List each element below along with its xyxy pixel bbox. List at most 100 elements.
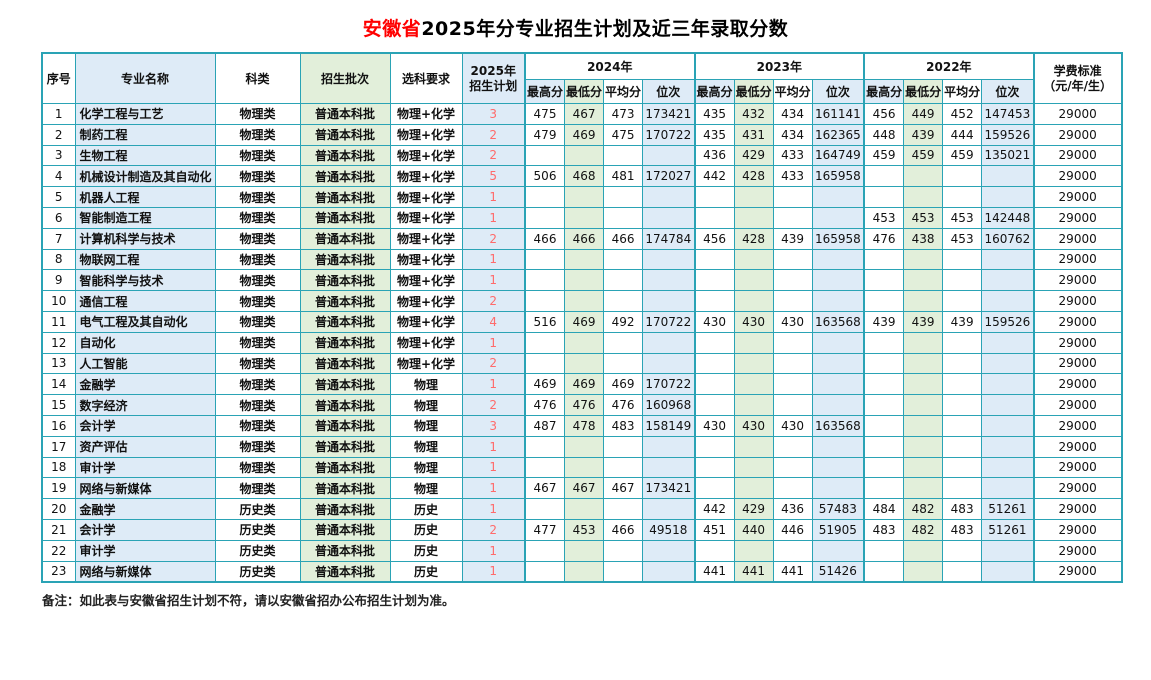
header-plan-line2: 招生计划 [464, 79, 524, 93]
cell-y2024-min [565, 436, 604, 457]
cell-y2023-min [734, 436, 773, 457]
cell-y2022-min: 459 [904, 145, 943, 166]
cell-y2022-max: 476 [864, 228, 904, 249]
cell-y2024-max [525, 457, 565, 478]
cell-plan-2025: 1 [462, 374, 525, 395]
cell-y2023-min [734, 207, 773, 228]
cell-y2023-avg [773, 478, 812, 499]
cell-subject-req: 物理 [390, 395, 462, 416]
cell-major-name: 人工智能 [75, 353, 215, 374]
cell-y2022-rank [982, 436, 1034, 457]
cell-y2022-min: 439 [904, 124, 943, 145]
cell-y2022-rank: 159526 [982, 311, 1034, 332]
cell-major-name: 生物工程 [75, 145, 215, 166]
cell-major-name: 网络与新媒体 [75, 478, 215, 499]
header-2023-avg: 平均分 [773, 80, 812, 104]
cell-y2024-max [525, 187, 565, 208]
cell-y2023-rank: 163568 [812, 415, 864, 436]
cell-y2022-avg [943, 540, 982, 561]
cell-y2022-avg [943, 249, 982, 270]
cell-y2024-avg: 483 [604, 415, 643, 436]
cell-y2022-rank [982, 561, 1034, 582]
cell-category: 物理类 [215, 374, 300, 395]
cell-y2023-avg: 430 [773, 415, 812, 436]
cell-y2022-rank [982, 540, 1034, 561]
header-2022-min: 最低分 [904, 80, 943, 104]
cell-y2024-max: 477 [525, 519, 565, 540]
cell-y2022-max [864, 436, 904, 457]
cell-category: 物理类 [215, 166, 300, 187]
cell-y2023-min [734, 291, 773, 312]
cell-serial: 11 [42, 311, 75, 332]
cell-major-name: 审计学 [75, 540, 215, 561]
cell-y2022-avg: 453 [943, 228, 982, 249]
cell-major-name: 审计学 [75, 457, 215, 478]
cell-y2023-max [695, 395, 735, 416]
cell-y2024-rank [643, 145, 695, 166]
cell-y2024-min [565, 332, 604, 353]
cell-y2022-max: 484 [864, 499, 904, 520]
cell-major-name: 机械设计制造及其自动化 [75, 166, 215, 187]
cell-y2022-rank [982, 374, 1034, 395]
cell-y2024-rank: 172027 [643, 166, 695, 187]
cell-subject-req: 物理 [390, 415, 462, 436]
header-year-2024: 2024年 [525, 53, 695, 80]
header-subject-req: 选科要求 [390, 53, 462, 104]
table-row: 22审计学历史类普通本科批历史129000 [42, 540, 1122, 561]
cell-batch: 普通本科批 [300, 540, 390, 561]
header-fee-line1: 学费标准 [1036, 64, 1120, 78]
cell-y2023-rank [812, 395, 864, 416]
cell-fee: 29000 [1034, 291, 1122, 312]
cell-y2022-avg: 453 [943, 207, 982, 228]
cell-y2024-min: 468 [565, 166, 604, 187]
cell-subject-req: 物理+化学 [390, 104, 462, 125]
cell-category: 物理类 [215, 457, 300, 478]
cell-y2024-rank: 174784 [643, 228, 695, 249]
header-plan-line1: 2025年 [464, 64, 524, 78]
cell-subject-req: 物理+化学 [390, 187, 462, 208]
cell-y2024-min: 478 [565, 415, 604, 436]
cell-y2024-rank: 158149 [643, 415, 695, 436]
cell-major-name: 自动化 [75, 332, 215, 353]
cell-y2023-min [734, 540, 773, 561]
cell-plan-2025: 2 [462, 124, 525, 145]
cell-category: 历史类 [215, 561, 300, 582]
cell-major-name: 金融学 [75, 499, 215, 520]
cell-subject-req: 物理+化学 [390, 166, 462, 187]
cell-fee: 29000 [1034, 104, 1122, 125]
cell-y2024-max [525, 499, 565, 520]
cell-y2023-avg: 434 [773, 104, 812, 125]
cell-y2023-rank: 163568 [812, 311, 864, 332]
cell-y2022-avg: 483 [943, 519, 982, 540]
cell-y2023-max [695, 270, 735, 291]
cell-y2023-min: 428 [734, 166, 773, 187]
cell-y2023-rank: 164749 [812, 145, 864, 166]
cell-subject-req: 物理+化学 [390, 228, 462, 249]
cell-y2024-max [525, 145, 565, 166]
cell-plan-2025: 1 [462, 478, 525, 499]
cell-y2022-avg [943, 415, 982, 436]
cell-y2022-max: 448 [864, 124, 904, 145]
cell-y2024-min [565, 187, 604, 208]
cell-category: 物理类 [215, 104, 300, 125]
cell-y2023-min [734, 457, 773, 478]
table-row: 15数字经济物理类普通本科批物理247647647616096829000 [42, 395, 1122, 416]
cell-y2024-rank [643, 353, 695, 374]
cell-y2024-rank: 170722 [643, 124, 695, 145]
cell-y2022-max: 483 [864, 519, 904, 540]
cell-serial: 16 [42, 415, 75, 436]
cell-major-name: 通信工程 [75, 291, 215, 312]
cell-y2023-avg: 439 [773, 228, 812, 249]
cell-y2024-min [565, 291, 604, 312]
cell-y2022-min [904, 561, 943, 582]
cell-y2023-min [734, 374, 773, 395]
cell-subject-req: 历史 [390, 561, 462, 582]
cell-category: 物理类 [215, 353, 300, 374]
cell-serial: 14 [42, 374, 75, 395]
cell-y2023-max [695, 353, 735, 374]
cell-subject-req: 物理 [390, 436, 462, 457]
table-row: 7计算机科学与技术物理类普通本科批物理+化学246646646617478445… [42, 228, 1122, 249]
cell-serial: 9 [42, 270, 75, 291]
cell-batch: 普通本科批 [300, 124, 390, 145]
table-body: 1化学工程与工艺物理类普通本科批物理+化学3475467473173421435… [42, 104, 1122, 583]
